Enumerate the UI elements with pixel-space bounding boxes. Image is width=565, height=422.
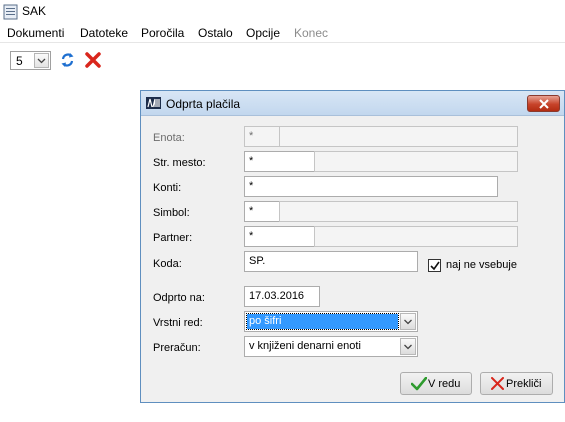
simbol-label: Simbol: [153,207,190,219]
window-title: SAK [22,4,47,18]
menu-opcije[interactable]: Opcije [246,26,280,40]
menu-porocila[interactable]: Poročila [141,26,184,40]
ok-button-label: V redu [428,378,461,390]
str-mesto-field[interactable]: * [244,151,315,172]
dialog-title-bar: Odprta plačila [141,91,564,116]
simbol-field[interactable]: * [244,201,280,222]
check-icon [411,377,427,391]
vrstni-red-value: po šifri [246,313,399,330]
koda-field[interactable]: SP. [244,251,418,272]
checkmark-icon [430,261,440,271]
enota-name-field [279,126,518,147]
page-size-value: 5 [16,54,23,68]
simbol-name-field [279,201,518,222]
cancel-button[interactable]: Prekliči [480,372,553,395]
enota-label: Enota: [153,132,185,144]
open-payments-dialog: Odprta plačila Enota: * Str. mesto: * Ko… [140,90,565,403]
exclude-checkbox-label[interactable]: naj ne vsebuje [446,259,517,271]
menu-bar: Dokumenti Datoteke Poročila Ostalo Opcij… [0,24,565,43]
ok-button[interactable]: V redu [400,372,472,395]
menu-konec: Konec [294,26,329,40]
menu-ostalo[interactable]: Ostalo [198,26,233,40]
koda-label: Koda: [153,258,182,270]
cancel-x-icon [491,377,504,390]
konti-field[interactable]: * [244,176,498,197]
page-size-select[interactable]: 5 [10,51,51,70]
odprto-na-label: Odprto na: [153,292,205,304]
partner-label: Partner: [153,232,193,244]
exclude-checkbox[interactable] [428,259,441,272]
chevron-down-icon [400,313,416,330]
enota-code-field: * [244,126,280,147]
delete-icon[interactable] [85,52,101,68]
dialog-title: Odprta plačila [166,97,241,111]
konti-label: Konti: [153,182,182,194]
refresh-icon[interactable] [60,52,75,68]
chevron-down-icon [34,53,49,68]
chevron-down-icon [400,338,416,355]
preracun-label: Preračun: [153,342,201,354]
cancel-button-label: Prekliči [506,378,542,390]
app-logo-icon [146,97,161,109]
menu-dokumenti[interactable]: Dokumenti [7,26,64,40]
partner-name-field [314,226,518,247]
str-mesto-name-field [314,151,518,172]
window-title-bar: SAK [0,0,565,24]
preracun-value: v knjiženi denarni enoti [249,340,361,352]
dialog-close-button[interactable] [527,95,560,112]
partner-field[interactable]: * [244,226,315,247]
menu-datoteke[interactable]: Datoteke [80,26,128,40]
preracun-select[interactable]: v knjiženi denarni enoti [244,336,418,357]
close-icon [539,99,549,109]
vrstni-red-select[interactable]: po šifri [244,311,418,332]
vrstni-red-label: Vrstni red: [153,317,203,329]
app-icon [3,4,18,20]
str-mesto-label: Str. mesto: [153,157,206,169]
odprto-na-date-field[interactable]: 17.03.2016 [244,286,320,307]
